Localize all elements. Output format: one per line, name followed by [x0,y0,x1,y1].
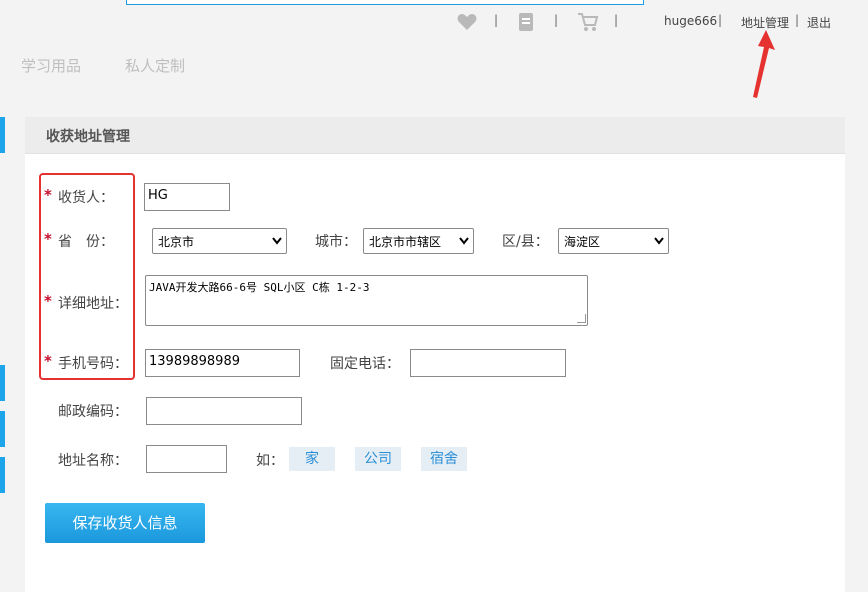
nav-separator: | [494,13,499,27]
phone-input[interactable] [410,349,566,377]
annotation-arrow-icon [753,30,775,98]
city-select[interactable]: 北京市市辖区 [363,228,474,254]
district-select[interactable]: 海淀区 [558,228,669,254]
sidebar-accent [0,411,5,447]
username-link[interactable]: huge666 [664,14,717,28]
sidebar-accent [0,117,5,153]
category-study-supplies[interactable]: 学习用品 [21,55,81,76]
mobile-input[interactable]: 13989898989 [145,349,300,377]
search-bar[interactable] [126,0,644,5]
panel-header [25,117,845,154]
phone-label: 固定电话： [330,356,400,372]
resize-handle-icon[interactable] [577,314,586,323]
nav-separator: | [795,13,800,27]
province-select[interactable]: 北京市 [152,228,287,254]
watermark: CSDN @二刺程序猿wow [638,566,821,585]
logout-link[interactable]: 退出 [807,14,831,31]
chevron-down-icon [459,234,469,248]
zipcode-input[interactable] [146,397,302,425]
sidebar-accent [0,365,5,401]
chevron-down-icon [272,234,282,248]
address-name-input[interactable] [146,445,227,473]
tag-home-button[interactable]: 家 [289,447,335,471]
receiver-input[interactable]: HG [144,183,230,211]
zipcode-label: 邮政编码： [58,404,128,420]
nav-separator: | [614,13,619,27]
province-select-value: 北京市 [158,234,195,249]
orders-icon[interactable] [518,10,534,34]
save-button[interactable]: 保存收货人信息 [45,503,205,543]
page-title: 收获地址管理 [46,129,130,145]
sidebar-accent [0,457,5,493]
example-label: 如： [256,453,284,469]
tag-dorm-button[interactable]: 宿舍 [421,447,467,471]
favorites-icon[interactable] [457,10,477,34]
address-name-label: 地址名称： [58,453,128,469]
nav-separator: | [554,13,559,27]
city-select-value: 北京市市辖区 [369,234,442,249]
address-management-link[interactable]: 地址管理 [741,14,789,31]
nav-separator: | [718,13,723,27]
annotation-box [39,173,135,380]
chevron-down-icon [654,234,664,248]
district-select-value: 海淀区 [564,234,601,249]
cart-icon[interactable] [577,10,599,34]
city-label: 城市： [315,234,357,250]
tag-company-button[interactable]: 公司 [355,447,401,471]
district-label: 区/县： [502,234,549,250]
category-custom[interactable]: 私人定制 [125,55,185,76]
address-textarea[interactable]: JAVA开发大路66-6号 SQL小区 C栋 1-2-3 [145,275,588,326]
